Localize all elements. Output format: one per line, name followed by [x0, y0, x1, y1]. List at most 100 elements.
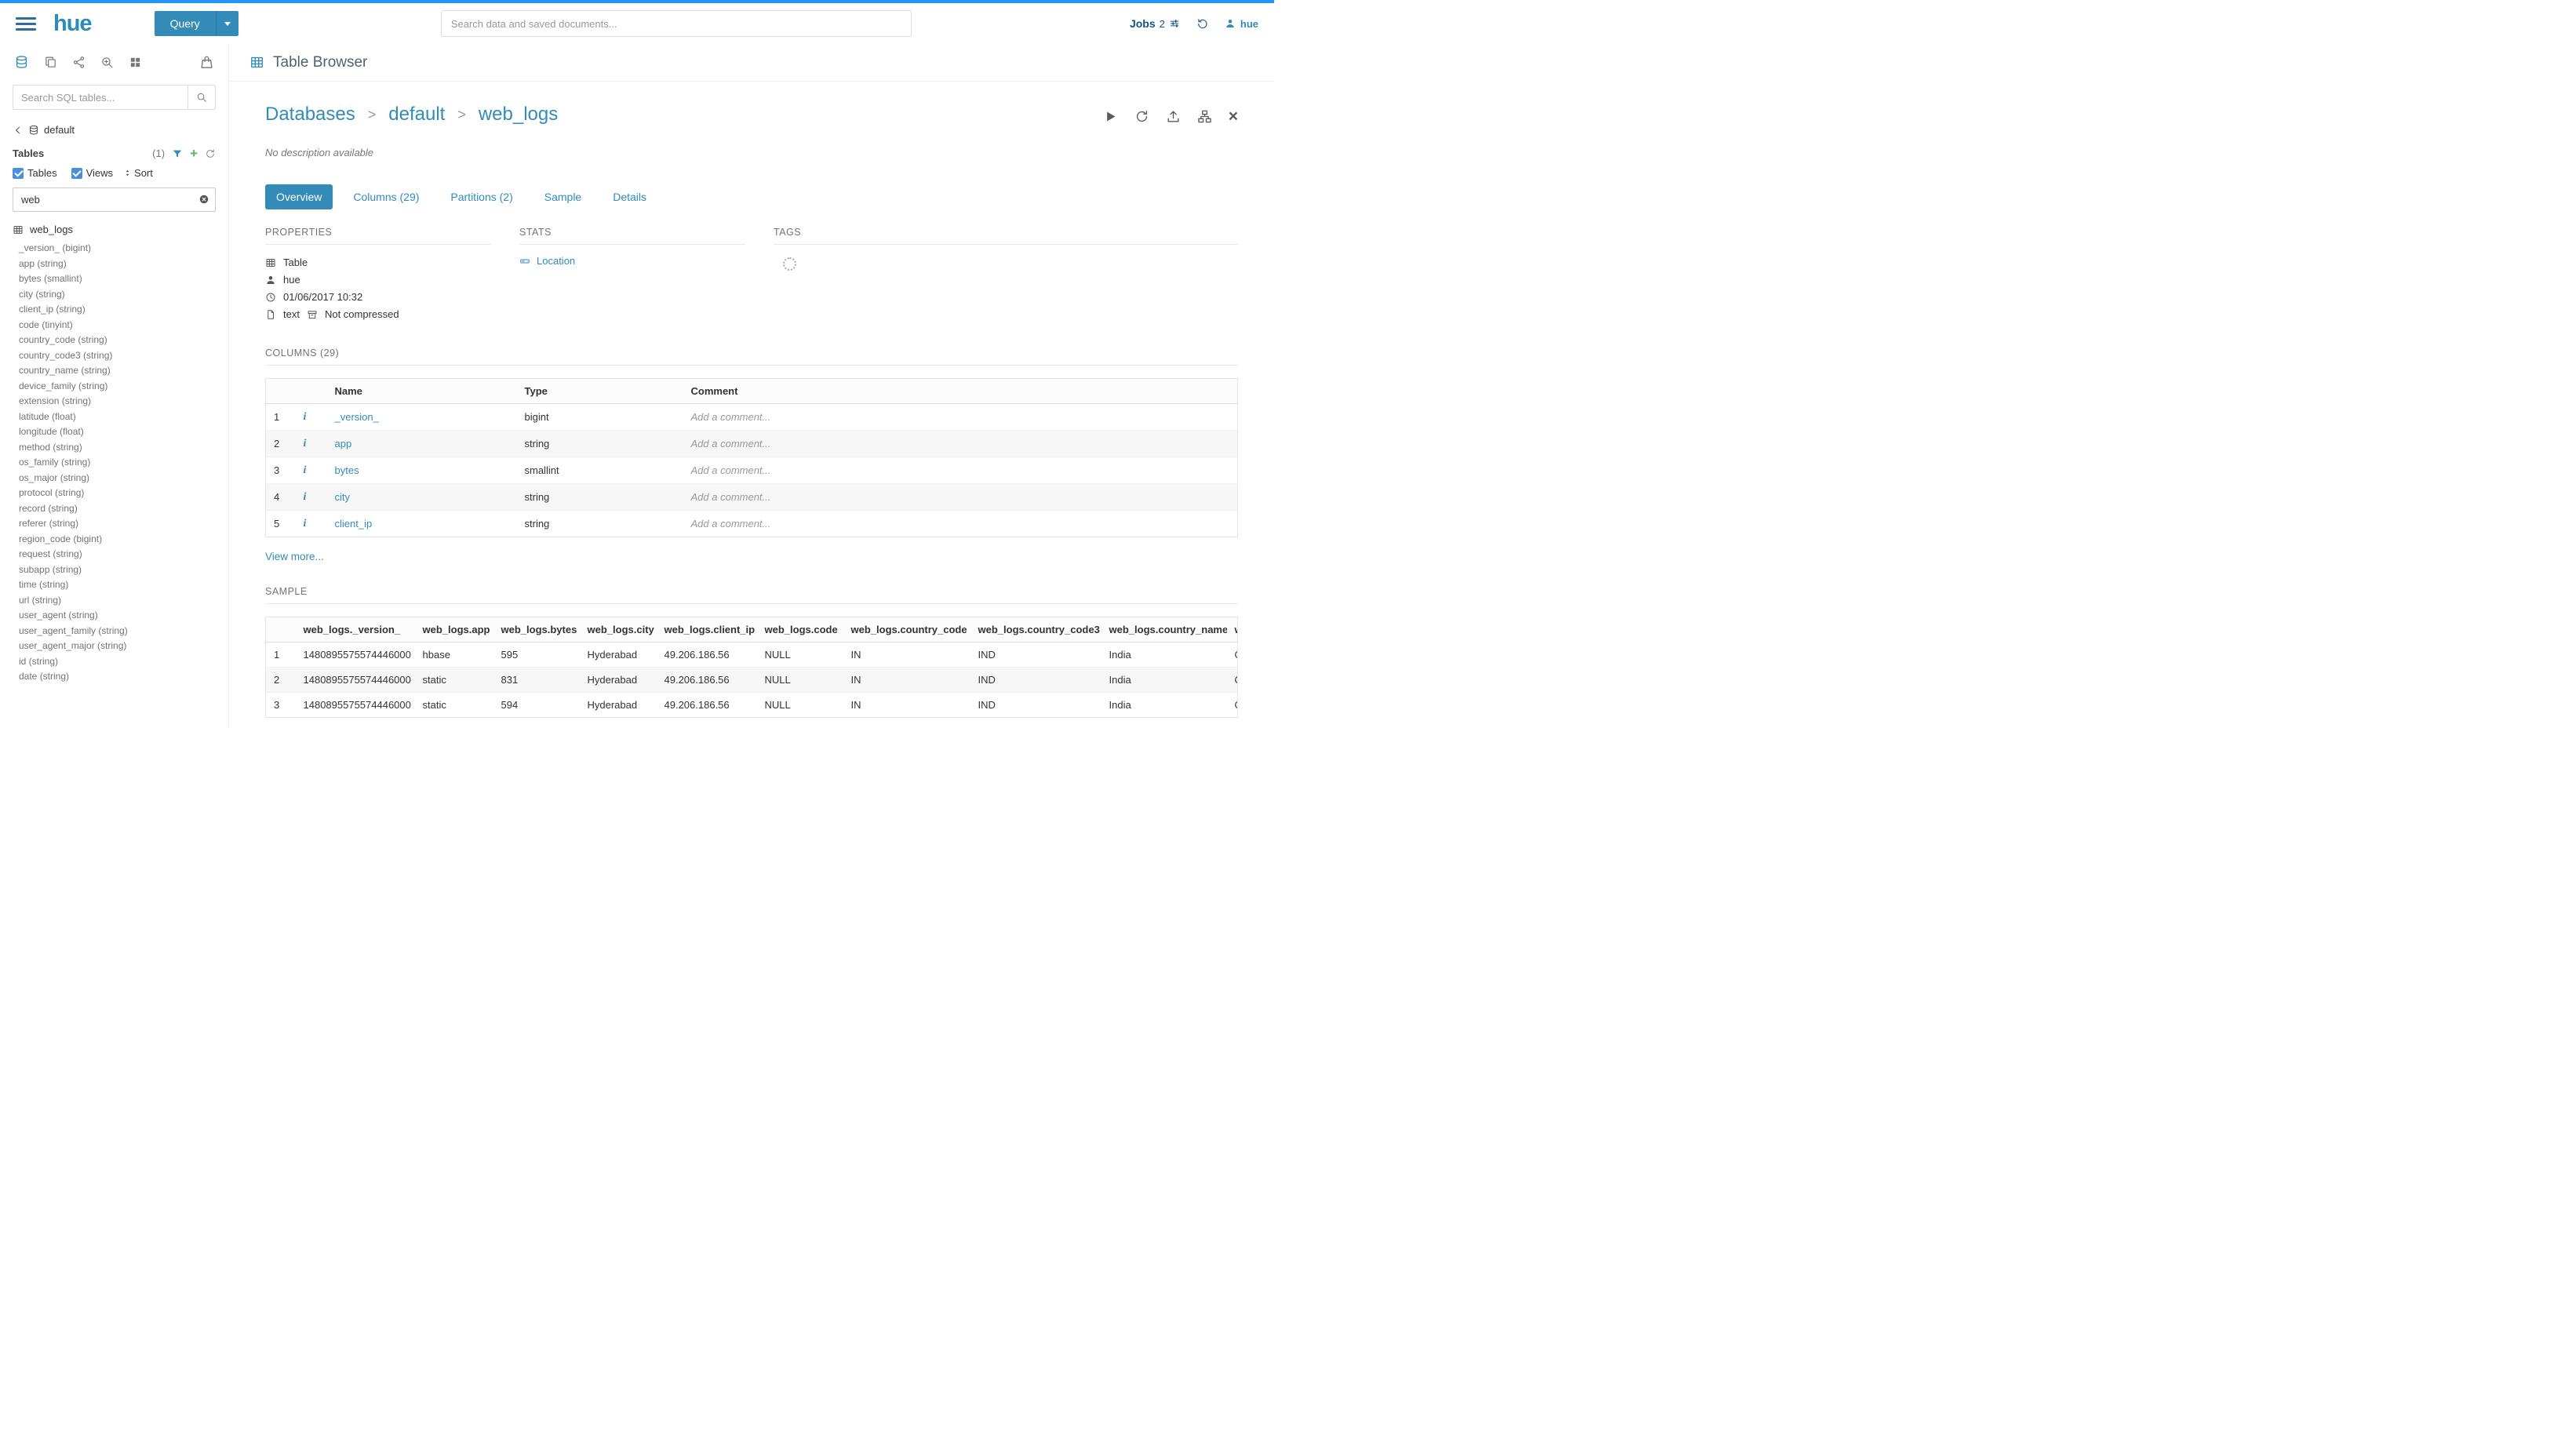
sql-databases-icon[interactable] — [14, 55, 29, 70]
add-icon[interactable]: + — [190, 147, 198, 160]
columns-table-header-cell[interactable] — [266, 379, 296, 404]
column-comment[interactable]: Add a comment... — [683, 457, 1238, 484]
global-search-input[interactable] — [441, 10, 912, 37]
column-list-item[interactable]: app (string) — [19, 257, 217, 272]
column-name-link[interactable]: bytes — [335, 464, 359, 476]
tab[interactable]: Details — [602, 184, 657, 209]
column-list-item[interactable]: _version_ (bigint) — [19, 241, 217, 257]
column-comment[interactable]: Add a comment... — [683, 404, 1238, 431]
column-list-item[interactable]: record (string) — [19, 501, 217, 517]
column-comment[interactable]: Add a comment... — [683, 484, 1238, 511]
column-list-item[interactable]: country_code3 (string) — [19, 348, 217, 364]
info-icon[interactable]: i — [304, 464, 307, 477]
history-icon[interactable] — [1196, 17, 1209, 31]
query-dropdown-button[interactable] — [216, 11, 239, 36]
table-filter-input[interactable] — [13, 187, 216, 212]
sample-table-header-cell[interactable]: web_logs.country_code3 — [970, 617, 1102, 642]
sample-table-header-cell[interactable]: web_logs.code — [757, 617, 843, 642]
column-name-link[interactable]: client_ip — [335, 518, 373, 530]
basket-icon[interactable] — [199, 55, 214, 70]
hamburger-menu-icon[interactable] — [16, 17, 36, 31]
share-icon[interactable] — [72, 56, 86, 69]
column-list-item[interactable]: date (string) — [19, 669, 217, 685]
column-list-item[interactable]: url (string) — [19, 593, 217, 609]
column-list-item[interactable]: user_agent_family (string) — [19, 624, 217, 639]
tab[interactable]: Overview — [265, 184, 333, 209]
tab[interactable]: Sample — [533, 184, 592, 209]
view-more-link[interactable]: View more... — [265, 551, 324, 562]
info-icon[interactable]: i — [304, 411, 307, 424]
sample-table-header-cell[interactable]: web_logs.country_code — [843, 617, 970, 642]
close-icon[interactable]: × — [1229, 110, 1238, 123]
breadcrumb-link[interactable]: web_logs — [479, 104, 558, 126]
upload-icon[interactable] — [1166, 109, 1181, 124]
sitemap-icon[interactable] — [1197, 109, 1212, 124]
views-checkbox[interactable] — [71, 168, 82, 179]
tables-checkbox[interactable] — [13, 168, 24, 179]
columns-table-header-cell[interactable]: Comment — [683, 379, 1238, 404]
column-list-item[interactable]: country_name (string) — [19, 363, 217, 379]
column-list-item[interactable]: client_ip (string) — [19, 302, 217, 318]
column-list-item[interactable]: extension (string) — [19, 394, 217, 410]
filter-funnel-icon[interactable] — [172, 148, 183, 159]
columns-table-header-cell[interactable] — [296, 379, 327, 404]
column-name-link[interactable]: city — [335, 491, 351, 503]
execute-play-icon[interactable] — [1103, 109, 1118, 124]
table-search-input[interactable] — [13, 85, 188, 110]
column-list-item[interactable]: bytes (smallint) — [19, 271, 217, 287]
current-database-name[interactable]: default — [44, 124, 75, 136]
refresh-tables-icon[interactable] — [205, 148, 216, 159]
column-comment[interactable]: Add a comment... — [683, 431, 1238, 457]
column-list-item[interactable]: region_code (bigint) — [19, 532, 217, 548]
column-list-item[interactable]: time (string) — [19, 577, 217, 593]
column-list-item[interactable]: city (string) — [19, 287, 217, 303]
column-list-item[interactable]: latitude (float) — [19, 410, 217, 425]
column-list-item[interactable]: user_agent_major (string) — [19, 639, 217, 654]
hue-logo[interactable]: hue — [53, 11, 92, 37]
jobs-link[interactable]: Jobs 2 — [1130, 17, 1180, 30]
column-list-item[interactable]: os_major (string) — [19, 471, 217, 486]
column-list-item[interactable]: country_code (string) — [19, 333, 217, 348]
tab[interactable]: Columns (29) — [342, 184, 430, 209]
info-icon[interactable]: i — [304, 518, 307, 530]
clear-filter-icon[interactable] — [198, 194, 209, 205]
info-icon[interactable]: i — [304, 438, 307, 450]
sort-control[interactable]: Sort — [123, 167, 153, 179]
columns-table-header-cell[interactable]: Name — [327, 379, 517, 404]
column-list-item[interactable]: longitude (float) — [19, 424, 217, 440]
sample-table-header-cell[interactable]: w — [1227, 617, 1238, 642]
refresh-icon[interactable] — [1134, 109, 1149, 124]
column-list-item[interactable]: code (tinyint) — [19, 318, 217, 333]
column-list-item[interactable]: id (string) — [19, 654, 217, 670]
back-chevron-icon[interactable] — [13, 125, 24, 136]
sample-table-header-cell[interactable]: web_logs.app — [415, 617, 493, 642]
column-comment[interactable]: Add a comment... — [683, 511, 1238, 537]
column-name-link[interactable]: _version_ — [335, 411, 379, 423]
column-list-item[interactable]: subapp (string) — [19, 562, 217, 578]
column-list-item[interactable]: device_family (string) — [19, 379, 217, 395]
sample-table-header-cell[interactable] — [266, 617, 296, 642]
sample-table-header-cell[interactable]: web_logs.country_name — [1102, 617, 1227, 642]
table-list-item[interactable]: web_logs — [0, 217, 228, 239]
columns-table-header-cell[interactable]: Type — [517, 379, 683, 404]
query-button[interactable]: Query — [155, 11, 216, 36]
column-list-item[interactable]: os_family (string) — [19, 455, 217, 471]
column-list-item[interactable]: user_agent (string) — [19, 608, 217, 624]
breadcrumb-link[interactable]: default — [388, 104, 445, 126]
column-list-item[interactable]: referer (string) — [19, 516, 217, 532]
sample-table-header-cell[interactable]: web_logs._version_ — [296, 617, 415, 642]
column-list-item[interactable]: protocol (string) — [19, 486, 217, 501]
column-name-link[interactable]: app — [335, 438, 352, 450]
table-description[interactable]: No description available — [265, 147, 1238, 158]
breadcrumb-link[interactable]: Databases — [265, 104, 355, 126]
sample-table-header-cell[interactable]: web_logs.bytes — [493, 617, 580, 642]
table-search-button[interactable] — [188, 85, 216, 110]
column-list-item[interactable]: request (string) — [19, 547, 217, 562]
user-menu[interactable]: hue — [1225, 18, 1258, 30]
apps-grid-icon[interactable] — [129, 56, 142, 69]
zoom-icon[interactable] — [100, 56, 114, 69]
documents-icon[interactable] — [44, 56, 57, 69]
sample-table-header-cell[interactable]: web_logs.client_ip — [657, 617, 757, 642]
location-link[interactable]: Location — [537, 255, 575, 267]
column-list-item[interactable]: method (string) — [19, 440, 217, 456]
